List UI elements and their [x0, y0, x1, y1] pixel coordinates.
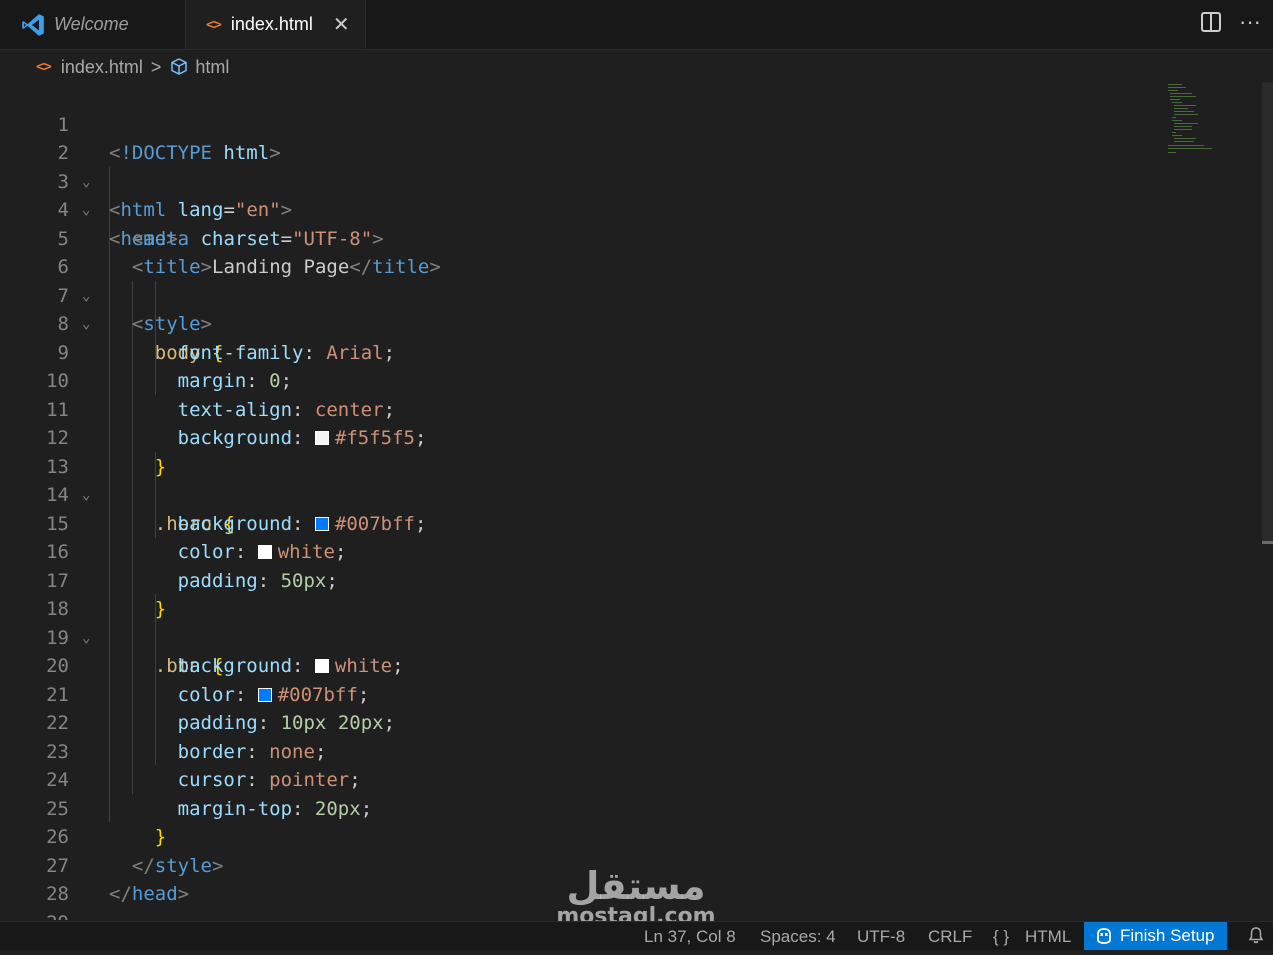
code-line: 11 background: #f5f5f5;: [0, 367, 1160, 450]
code-line: 26 </style>: [0, 795, 1160, 877]
html-file-icon: <>: [36, 59, 52, 75]
tab-bar: Welcome <> index.html ✕ ···: [0, 0, 1273, 50]
indentation-status[interactable]: Spaces: 4: [760, 922, 836, 950]
code-editor[interactable]: 1 <!DOCTYPE html> 2 ⌄ <html lang="en"> 3…: [0, 82, 1160, 921]
finish-setup-button[interactable]: Finish Setup: [1084, 922, 1227, 950]
html-file-icon: <>: [206, 16, 222, 33]
code-line: 4 <meta charset="UTF-8">: [0, 168, 1160, 250]
language-braces-icon: { }: [993, 927, 1010, 946]
code-line: 21 padding: 10px 20px;: [0, 652, 1160, 735]
close-icon[interactable]: ✕: [333, 12, 350, 37]
code-line: 14 background: #007bff;: [0, 453, 1160, 535]
more-actions-icon[interactable]: ···: [1239, 11, 1261, 33]
code-line: 8 font-family: Arial;: [0, 282, 1160, 364]
copilot-icon: [1097, 928, 1111, 944]
status-bar: Ln 37, Col 8 Spaces: 4 UTF-8 CRLF { } HT…: [0, 921, 1273, 950]
breadcrumb: <> index.html > html: [36, 54, 229, 80]
code-line: 6 ⌄ <style>: [0, 225, 1160, 335]
breadcrumb-file[interactable]: index.html: [61, 57, 143, 78]
scroll-position-marker: [1262, 541, 1273, 544]
eol-status[interactable]: CRLF: [928, 922, 972, 950]
code-line: 27 </head>: [0, 823, 1160, 906]
tab-welcome-label: Welcome: [54, 14, 129, 34]
split-editor-icon[interactable]: [1201, 12, 1222, 32]
code-line: 2 ⌄ <html lang="en">: [0, 111, 1160, 221]
mostaql-watermark: مستقل mostaql.com: [556, 866, 716, 928]
code-line: 9 margin: 0;: [0, 310, 1160, 393]
code-line: 7 ⌄ body {: [0, 253, 1160, 364]
cursor-position[interactable]: Ln 37, Col 8: [644, 922, 736, 950]
tab-welcome[interactable]: Welcome: [6, 0, 186, 49]
fold-chevron-icon[interactable]: ⌄: [82, 909, 100, 921]
breadcrumb-element[interactable]: html: [195, 57, 229, 78]
tab-index-label: index.html: [230, 14, 313, 34]
code-line: 3 ⌄ <head>: [0, 139, 1160, 250]
vertical-scrollbar[interactable]: [1262, 82, 1273, 542]
code-line: 22 border: none;: [0, 681, 1160, 763]
code-line: 25 }: [0, 766, 1160, 849]
code-line: 17 }: [0, 538, 1160, 621]
code-line: 5 <title>Landing Page</title>: [0, 196, 1160, 279]
code-line: 10 text-align: center;: [0, 339, 1160, 421]
code-line: 23 cursor: pointer;: [0, 709, 1160, 792]
code-line: 18 ⌄ .btn {: [0, 567, 1160, 677]
code-line: 1 <!DOCTYPE html>: [0, 82, 1160, 165]
code-line: 16 padding: 50px;: [0, 510, 1160, 592]
cube-icon: [171, 58, 188, 75]
editor-actions: ···: [1201, 11, 1261, 33]
tab-index-html[interactable]: <> index.html ✕: [186, 0, 366, 49]
encoding-status[interactable]: UTF-8: [857, 922, 905, 950]
finish-setup-label: Finish Setup: [1120, 926, 1215, 945]
language-mode[interactable]: HTML: [1025, 922, 1071, 950]
code-line: 15 color: white;: [0, 481, 1160, 564]
code-line: 19 background: white;: [0, 595, 1160, 678]
bell-icon: [1248, 927, 1264, 944]
watermark-arabic: مستقل: [566, 864, 706, 908]
code-line: 12 }: [0, 396, 1160, 478]
code-line: 20 color: #007bff;: [0, 624, 1160, 706]
vscode-icon: [22, 13, 44, 36]
code-line: 13 ⌄ .hero {: [0, 424, 1160, 535]
chevron-right-icon: >: [150, 56, 162, 77]
minimap[interactable]: [1160, 82, 1260, 162]
code-line: 24 margin-top: 20px;: [0, 738, 1160, 820]
line-number: 29: [0, 909, 69, 921]
